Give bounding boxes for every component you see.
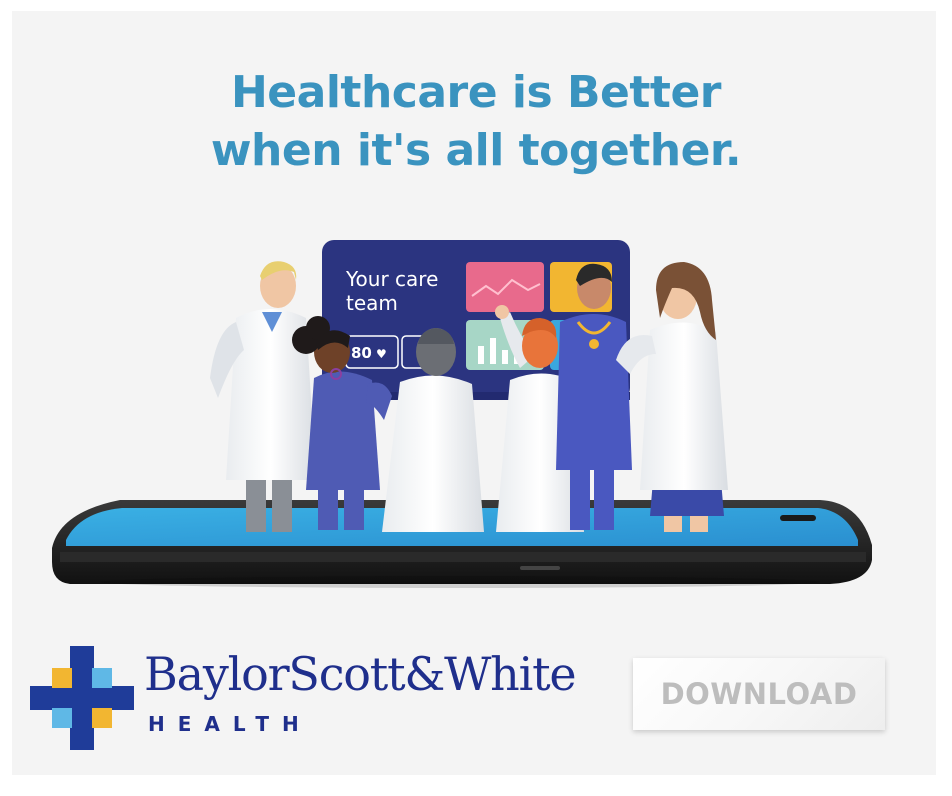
ad-frame: Healthcare is Better when it's all toget… (0, 0, 952, 796)
display-title-line-2: team (346, 291, 398, 315)
doctor-figure-left (210, 261, 316, 532)
doctor-figure-right (616, 262, 728, 532)
display-title-line-1: Your care (345, 267, 438, 291)
download-button[interactable]: DOWNLOAD (633, 658, 885, 730)
brand-subtitle: HEALTH (148, 712, 312, 736)
brand-name: BaylorScott&White (144, 647, 577, 701)
baylor-scott-white-cross-logo (30, 646, 134, 750)
heart-rate-value: 80 (351, 344, 372, 362)
heart-icon: ♥ (376, 347, 387, 361)
